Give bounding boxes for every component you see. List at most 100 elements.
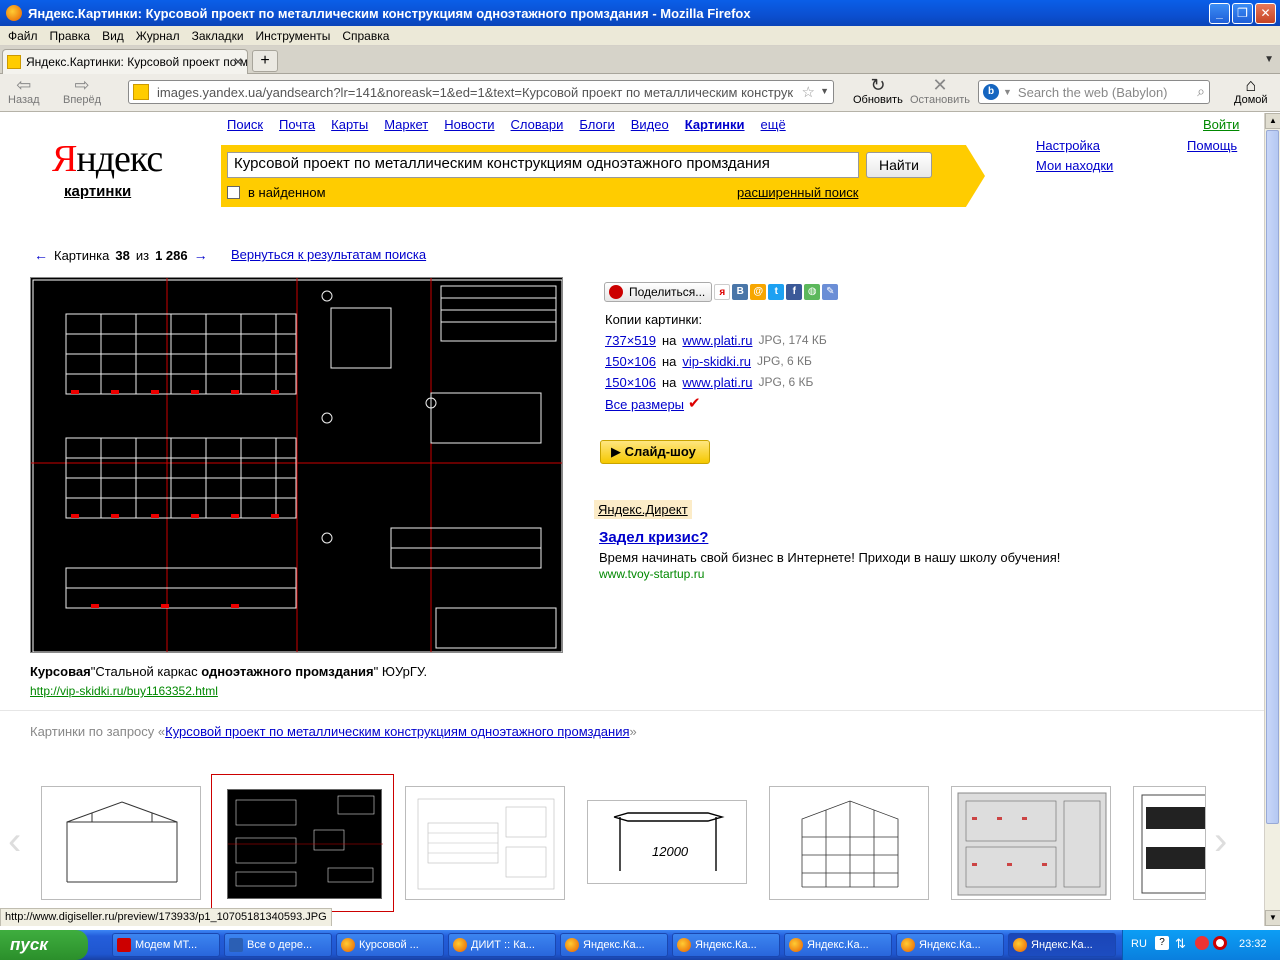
facebook-icon[interactable]: f [786, 284, 803, 300]
forward-button[interactable]: ⇨ Вперёд [63, 76, 101, 106]
service-video[interactable]: Видео [631, 117, 669, 132]
service-maps[interactable]: Карты [331, 117, 368, 132]
login-link[interactable]: Войти [1203, 117, 1239, 132]
task-item[interactable]: Модем МТ... [112, 933, 220, 957]
ad-url[interactable]: www.tvoy-startup.ru [599, 567, 704, 581]
all-sizes-link[interactable]: Все размеры [605, 397, 684, 412]
friendfeed-icon[interactable]: ◍ [804, 284, 821, 300]
yandex-direct-label[interactable]: Яндекс.Директ [594, 500, 692, 519]
language-indicator[interactable]: RU [1131, 938, 1147, 950]
search-query-input[interactable]: Курсовой проект по металлическим констру… [227, 152, 859, 178]
copy-dims-link[interactable]: 150×106 [605, 354, 656, 369]
main-image-drawing[interactable] [30, 277, 563, 653]
thumbnail-frame-span[interactable]: 12000 [587, 800, 747, 884]
strip-prev-arrow-icon[interactable]: ‹ [8, 821, 22, 865]
service-more[interactable]: ещё [761, 117, 786, 132]
antivirus-tray-icon[interactable] [1195, 936, 1209, 950]
bookmark-star-icon[interactable]: ☆ [802, 83, 815, 101]
task-item[interactable]: Все о дере... [224, 933, 332, 957]
copy-dims-link[interactable]: 737×519 [605, 333, 656, 348]
task-item[interactable]: Яндекс.Ка... [560, 933, 668, 957]
prev-image-arrow-icon[interactable]: ← [34, 247, 48, 263]
find-button[interactable]: Найти [866, 152, 932, 178]
menu-edit[interactable]: Правка [44, 29, 97, 43]
search-magnifier-icon[interactable]: ⌕ [1197, 83, 1205, 100]
copy-site-link[interactable]: www.plati.ru [682, 375, 752, 390]
ad-title-link[interactable]: Задел кризис? [599, 529, 708, 546]
thumbnail-light-drawing[interactable] [405, 786, 565, 900]
thumbnail-partial[interactable] [1133, 786, 1206, 900]
copy-site-link[interactable]: vip-skidki.ru [682, 354, 751, 369]
tab-close-icon[interactable]: ✕ [233, 55, 243, 69]
copy-dims-link[interactable]: 150×106 [605, 375, 656, 390]
help-link[interactable]: Помощь [1187, 138, 1237, 153]
task-item[interactable]: Яндекс.Ка... [896, 933, 1004, 957]
ya-ru-icon[interactable]: я [714, 284, 731, 300]
new-tab-button[interactable]: + [252, 50, 278, 72]
service-dictionaries[interactable]: Словари [511, 117, 564, 132]
image-source-link[interactable]: http://vip-skidki.ru/buy1163352.html [30, 684, 218, 698]
my-finds-link[interactable]: Мои находки [1036, 158, 1113, 173]
service-blogs[interactable]: Блоги [579, 117, 614, 132]
network-tray-icon[interactable]: ⇅ [1175, 936, 1186, 952]
scroll-thumb[interactable] [1266, 130, 1279, 824]
stop-button[interactable]: ✕ Остановить [910, 76, 970, 106]
yandex-images-logo-label[interactable]: картинки [64, 183, 131, 200]
minimize-button[interactable]: _ [1209, 3, 1230, 24]
maximize-button[interactable]: ❐ [1232, 3, 1253, 24]
service-market[interactable]: Маркет [384, 117, 428, 132]
menu-help[interactable]: Справка [336, 29, 395, 43]
service-search[interactable]: Поиск [227, 117, 263, 132]
advanced-search-link[interactable]: расширенный поиск [737, 185, 858, 200]
in-found-checkbox[interactable] [227, 186, 240, 199]
back-button[interactable]: ⇦ Назад [8, 76, 40, 106]
menu-view[interactable]: Вид [96, 29, 130, 43]
vkontakte-icon[interactable]: В [732, 284, 749, 300]
reload-button[interactable]: ↻ Обновить [853, 76, 903, 106]
settings-link[interactable]: Настройка [1036, 138, 1100, 153]
share-button[interactable]: Поделиться... [604, 282, 713, 302]
thumbnail-selected[interactable] [211, 774, 394, 912]
task-item[interactable]: ДИИТ :: Ка... [448, 933, 556, 957]
menu-bookmarks[interactable]: Закладки [186, 29, 250, 43]
service-images[interactable]: Картинки [685, 117, 745, 132]
tab-yandex-images[interactable]: Яндекс.Картинки: Курсовой проект по ме..… [2, 49, 248, 74]
vertical-scrollbar[interactable]: ▲ ▼ [1264, 113, 1280, 926]
yandex-logo[interactable]: Яндекс [52, 137, 163, 181]
menu-history[interactable]: Журнал [130, 29, 186, 43]
task-item[interactable]: Яндекс.Ка... [672, 933, 780, 957]
back-to-results-link[interactable]: Вернуться к результатам поиска [231, 247, 426, 262]
next-image-arrow-icon[interactable]: → [194, 247, 208, 263]
strip-next-arrow-icon[interactable]: › [1214, 821, 1228, 865]
system-tray: RU ? ⇅ 23:32 [1122, 930, 1280, 960]
opera-tray-icon[interactable] [1213, 936, 1227, 950]
service-news[interactable]: Новости [444, 117, 494, 132]
menu-file[interactable]: Файл [2, 29, 44, 43]
task-item[interactable]: Яндекс.Ка... [784, 933, 892, 957]
url-dropdown-icon[interactable]: ▼ [820, 86, 829, 96]
web-search-box[interactable]: b ▼ Search the web (Babylon) ⌕ [978, 80, 1210, 104]
livejournal-icon[interactable]: ✎ [822, 284, 839, 300]
tab-list-dropdown-icon[interactable]: ▼ [1264, 54, 1274, 65]
babylon-engine-icon[interactable]: b [983, 84, 999, 100]
address-bar[interactable]: images.yandex.ua/yandsearch?lr=141&norea… [128, 80, 834, 104]
task-item-active[interactable]: Яндекс.Ка... [1008, 933, 1116, 957]
task-item[interactable]: Курсовой ... [336, 933, 444, 957]
thumbnail-frame-section[interactable] [41, 786, 201, 900]
twitter-icon[interactable]: t [768, 284, 785, 300]
related-query-link[interactable]: Курсовой проект по металлическим констру… [165, 724, 629, 739]
close-window-button[interactable]: ✕ [1255, 3, 1276, 24]
moi-mir-icon[interactable]: @ [750, 284, 767, 300]
thumbnail-plan-gray[interactable] [951, 786, 1111, 900]
engine-dropdown-icon[interactable]: ▼ [1003, 87, 1012, 97]
help-tray-icon[interactable]: ? [1155, 936, 1169, 950]
service-mail[interactable]: Почта [279, 117, 315, 132]
slideshow-button[interactable]: ▶ Слайд-шоу [600, 440, 710, 464]
scroll-down-icon[interactable]: ▼ [1265, 910, 1280, 926]
thumbnail-frame-wall[interactable] [769, 786, 929, 900]
scroll-up-icon[interactable]: ▲ [1265, 113, 1280, 129]
menu-tools[interactable]: Инструменты [250, 29, 337, 43]
home-button[interactable]: ⌂ Домой [1234, 76, 1268, 106]
copy-site-link[interactable]: www.plati.ru [682, 333, 752, 348]
start-button[interactable]: пуск [0, 930, 88, 960]
